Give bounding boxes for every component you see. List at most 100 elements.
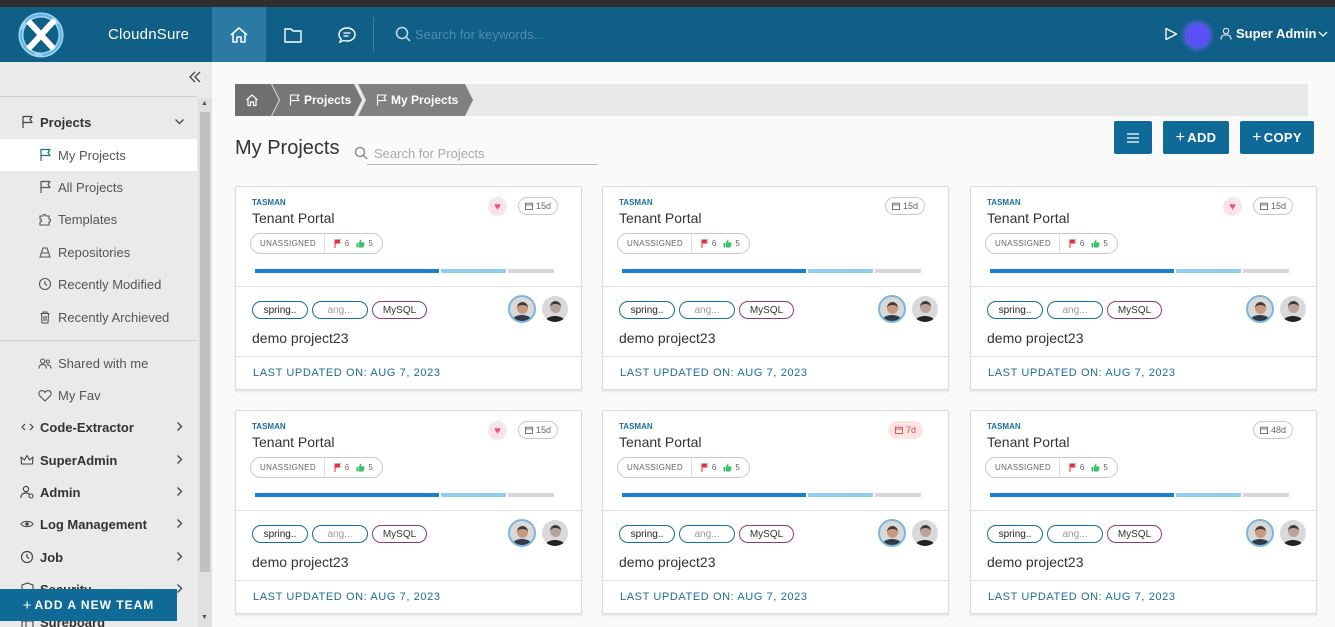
breadcrumb-my-projects[interactable]: My Projects xyxy=(358,84,473,116)
tag-mysql[interactable]: MySQL xyxy=(1107,525,1162,543)
tag-mysql[interactable]: MySQL xyxy=(372,301,427,319)
tag-spring[interactable]: spring.. xyxy=(987,525,1043,543)
home-nav-button[interactable] xyxy=(212,7,266,62)
project-card[interactable]: TASMAN Tenant Portal ♥ 15d UNASSIGNED 6 … xyxy=(235,186,582,390)
project-card[interactable]: TASMAN Tenant Portal 7d UNASSIGNED 6 5 s… xyxy=(602,410,949,614)
sidebar-item-recently-modified[interactable]: Recently Modified xyxy=(0,268,197,300)
client-name: TASMAN xyxy=(619,422,653,431)
sidebar-item-my-fav[interactable]: My Fav xyxy=(0,379,197,411)
heart-icon[interactable]: ♥ xyxy=(1223,197,1242,216)
project-title[interactable]: Tenant Portal xyxy=(619,434,702,450)
status-label: UNASSIGNED xyxy=(986,458,1060,477)
breadcrumb-projects[interactable]: Projects xyxy=(272,84,362,116)
breadcrumb-home[interactable] xyxy=(235,84,279,116)
project-search[interactable] xyxy=(354,142,598,165)
tag-spring[interactable]: spring.. xyxy=(619,525,675,543)
tag-angular[interactable]: ang... xyxy=(312,301,368,319)
sidebar-item-job[interactable]: Job xyxy=(0,541,197,573)
flag-icon xyxy=(376,94,387,106)
collapse-sidebar-icon[interactable] xyxy=(189,70,201,88)
tag-spring[interactable]: spring.. xyxy=(252,525,308,543)
project-card[interactable]: TASMAN Tenant Portal 48d UNASSIGNED 6 5 xyxy=(970,410,1317,614)
avatar[interactable] xyxy=(912,296,938,322)
status-label: UNASSIGNED xyxy=(618,234,692,253)
user-menu[interactable]: Super Admin xyxy=(1220,26,1328,41)
project-title[interactable]: Tenant Portal xyxy=(987,210,1070,226)
cloudnsure-logo[interactable] xyxy=(17,12,65,58)
add-project-button[interactable]: + ADD xyxy=(1163,121,1229,154)
tag-mysql[interactable]: MySQL xyxy=(372,525,427,543)
copy-project-button[interactable]: + COPY xyxy=(1240,121,1314,154)
scroll-down-arrow-icon[interactable]: ▼ xyxy=(201,614,208,621)
status-label: UNASSIGNED xyxy=(251,458,325,477)
project-card[interactable]: TASMAN Tenant Portal 15d UNASSIGNED 6 5 xyxy=(602,186,949,390)
project-search-input[interactable] xyxy=(374,145,574,161)
add-new-team-button[interactable]: + ADD A NEW TEAM xyxy=(0,589,177,621)
sidebar-item-admin[interactable]: Admin xyxy=(0,476,197,508)
sidebar-item-label: All Projects xyxy=(58,179,124,195)
tag-angular[interactable]: ang... xyxy=(1047,301,1103,319)
project-title[interactable]: Tenant Portal xyxy=(252,434,335,450)
chat-nav-button[interactable] xyxy=(320,7,374,62)
sidebar-item-repositories[interactable]: Repositories xyxy=(0,236,197,268)
tag-mysql[interactable]: MySQL xyxy=(739,525,794,543)
scroll-up-arrow-icon[interactable]: ▲ xyxy=(201,100,208,107)
progress-bar xyxy=(255,493,556,497)
avatar[interactable] xyxy=(878,519,906,547)
project-card[interactable]: TASMAN Tenant Portal ♥ 15d UNASSIGNED 6 … xyxy=(970,186,1317,390)
sidebar-item-shared[interactable]: Shared with me xyxy=(0,347,197,379)
heart-icon[interactable]: ♥ xyxy=(488,421,507,440)
tech-tags: spring.. ang... MySQL xyxy=(987,301,1166,319)
status-avatar[interactable] xyxy=(1186,24,1209,47)
tag-spring[interactable]: spring.. xyxy=(619,301,675,319)
avatar[interactable] xyxy=(542,520,568,546)
avatar[interactable] xyxy=(1246,519,1274,547)
sidebar-item-label: Code-Extractor xyxy=(40,419,134,435)
sidebar-item-code-extractor[interactable]: Code-Extractor xyxy=(0,411,197,443)
sidebar-item-templates[interactable]: Templates xyxy=(0,203,197,235)
tag-angular[interactable]: ang... xyxy=(679,525,735,543)
global-search-input[interactable] xyxy=(415,26,675,42)
calendar-icon xyxy=(1260,202,1268,210)
thumbs-up-icon xyxy=(1091,239,1101,248)
tech-tags: spring.. ang... MySQL xyxy=(252,525,431,543)
avatar[interactable] xyxy=(912,520,938,546)
global-search[interactable] xyxy=(395,23,695,45)
tag-mysql[interactable]: MySQL xyxy=(739,301,794,319)
sidebar-item-log-management[interactable]: Log Management xyxy=(0,508,197,540)
play-button[interactable] xyxy=(1164,27,1178,46)
avatar[interactable] xyxy=(1280,296,1306,322)
sidebar-item-all-projects[interactable]: All Projects xyxy=(0,171,197,203)
project-title[interactable]: Tenant Portal xyxy=(619,210,702,226)
tag-angular[interactable]: ang... xyxy=(312,525,368,543)
tag-angular[interactable]: ang... xyxy=(1047,525,1103,543)
tag-spring[interactable]: spring.. xyxy=(252,301,308,319)
project-title[interactable]: Tenant Portal xyxy=(987,434,1070,450)
sidebar: Projects My Projects All Projects Templa… xyxy=(0,62,212,627)
folder-nav-button[interactable] xyxy=(266,7,320,62)
search-icon xyxy=(395,26,411,42)
sidebar-item-superadmin[interactable]: SuperAdmin xyxy=(0,444,197,476)
project-card[interactable]: TASMAN Tenant Portal ♥ 15d UNASSIGNED 6 … xyxy=(235,410,582,614)
list-view-button[interactable] xyxy=(1114,121,1152,154)
avatar[interactable] xyxy=(1280,520,1306,546)
sidebar-item-recently-archived[interactable]: Recently Archieved xyxy=(0,301,197,333)
tag-mysql[interactable]: MySQL xyxy=(1107,301,1162,319)
sidebar-item-projects[interactable]: Projects xyxy=(0,106,197,138)
tag-spring[interactable]: spring.. xyxy=(987,301,1043,319)
avatar[interactable] xyxy=(508,519,536,547)
card-divider xyxy=(971,356,1316,357)
avatar[interactable] xyxy=(878,295,906,323)
heart-icon[interactable]: ♥ xyxy=(488,197,507,216)
sidebar-item-my-projects[interactable]: My Projects xyxy=(0,139,197,171)
tech-tags: spring.. ang... MySQL xyxy=(987,525,1166,543)
tag-angular[interactable]: ang... xyxy=(679,301,735,319)
avatar[interactable] xyxy=(1246,295,1274,323)
sidebar-scrollbar-thumb[interactable] xyxy=(200,112,210,572)
like-count: 5 xyxy=(1103,463,1108,472)
flag-count: 6 xyxy=(711,239,717,248)
member-avatars xyxy=(1246,519,1306,547)
avatar[interactable] xyxy=(508,295,536,323)
project-title[interactable]: Tenant Portal xyxy=(252,210,335,226)
avatar[interactable] xyxy=(542,296,568,322)
